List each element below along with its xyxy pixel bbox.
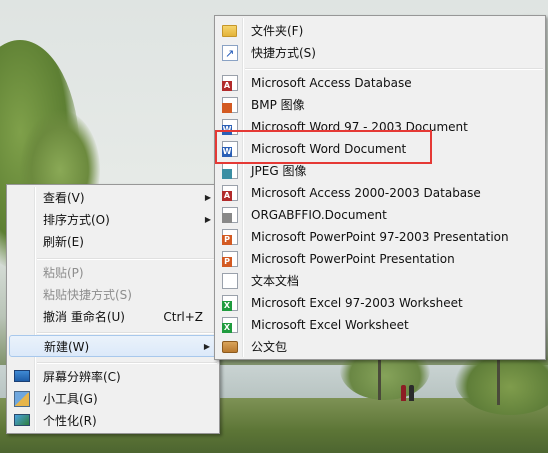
new-item-bmp-image[interactable]: BMP 图像 [217, 94, 543, 116]
menu-separator [37, 362, 217, 364]
wallpaper-person [409, 385, 414, 401]
new-submenu: 文件夹(F) 快捷方式(S) A Microsoft Access Databa… [214, 15, 546, 360]
jpeg-icon [222, 163, 238, 179]
excel-icon: X [222, 317, 238, 333]
menu-item-label: 文件夹(F) [251, 24, 304, 38]
new-item-folder[interactable]: 文件夹(F) [217, 20, 543, 42]
new-item-excel-97-2003[interactable]: X Microsoft Excel 97-2003 Worksheet [217, 292, 543, 314]
submenu-arrow-icon: ▶ [203, 342, 210, 351]
menu-item-gadgets[interactable]: 小工具(G) [9, 388, 217, 410]
wallpaper-trunk [378, 360, 381, 400]
submenu-arrow-icon: ▶ [204, 193, 211, 202]
menu-item-label: BMP 图像 [251, 98, 305, 112]
excel-icon: X [222, 295, 238, 311]
menu-item-label: Microsoft PowerPoint 97-2003 Presentatio… [251, 230, 509, 244]
menu-item-label: 小工具(G) [43, 392, 98, 406]
annotation-highlight-box [215, 130, 432, 164]
menu-item-label: Microsoft Access Database [251, 76, 412, 90]
menu-item-label: 快捷方式(S) [251, 46, 316, 60]
new-item-excel-worksheet[interactable]: X Microsoft Excel Worksheet [217, 314, 543, 336]
new-item-orgabffio-document[interactable]: ORGABFFIO.Document [217, 204, 543, 226]
briefcase-icon [222, 341, 238, 353]
menu-item-label: 粘贴快捷方式(S) [43, 288, 132, 302]
menu-item-label: 排序方式(O) [43, 213, 110, 227]
submenu-arrow-icon: ▶ [204, 215, 211, 224]
new-item-access-2000-2003[interactable]: A Microsoft Access 2000-2003 Database [217, 182, 543, 204]
menu-item-label: 个性化(R) [43, 414, 97, 428]
menu-item-label: 刷新(E) [43, 235, 84, 249]
menu-item-personalize[interactable]: 个性化(R) [9, 410, 217, 432]
menu-separator [245, 68, 543, 70]
menu-item-label: 屏幕分辨率(C) [43, 370, 121, 384]
powerpoint-icon: P [222, 229, 238, 245]
desktop-context-menu: 查看(V) ▶ 排序方式(O) ▶ 刷新(E) 粘贴(P) 粘贴快捷方式(S) … [6, 184, 220, 434]
menu-item-label: ORGABFFIO.Document [251, 208, 387, 222]
access-icon: A [222, 185, 238, 201]
menu-item-paste-shortcut[interactable]: 粘贴快捷方式(S) [9, 284, 217, 306]
menu-item-label: Microsoft PowerPoint Presentation [251, 252, 455, 266]
menu-item-label: 撤消 重命名(U) [43, 310, 125, 324]
new-item-access-database[interactable]: A Microsoft Access Database [217, 72, 543, 94]
menu-item-refresh[interactable]: 刷新(E) [9, 231, 217, 253]
access-icon: A [222, 75, 238, 91]
new-item-text-document[interactable]: 文本文档 [217, 270, 543, 292]
new-item-powerpoint-97-2003[interactable]: P Microsoft PowerPoint 97-2003 Presentat… [217, 226, 543, 248]
wallpaper-trunk [497, 355, 500, 405]
personalize-icon [14, 414, 30, 426]
new-item-shortcut[interactable]: 快捷方式(S) [217, 42, 543, 65]
menu-item-label: Microsoft Excel Worksheet [251, 318, 409, 332]
new-item-briefcase[interactable]: 公文包 [217, 336, 543, 358]
menu-item-label: Microsoft Excel 97-2003 Worksheet [251, 296, 463, 310]
folder-icon [222, 25, 237, 37]
menu-item-label: 文本文档 [251, 274, 300, 288]
menu-item-screen-resolution[interactable]: 屏幕分辨率(C) [9, 366, 217, 388]
document-icon [222, 207, 238, 223]
menu-item-label: 新建(W) [44, 340, 90, 354]
menu-item-new[interactable]: 新建(W) ▶ [9, 335, 217, 357]
menu-item-view[interactable]: 查看(V) ▶ [9, 187, 217, 209]
menu-item-label: 查看(V) [43, 191, 85, 205]
menu-item-label: 粘贴(P) [43, 266, 84, 280]
menu-item-sort-by[interactable]: 排序方式(O) ▶ [9, 209, 217, 231]
powerpoint-icon: P [222, 251, 238, 267]
wallpaper-person [401, 385, 406, 401]
menu-item-label: Microsoft Access 2000-2003 Database [251, 186, 481, 200]
shortcut-icon [222, 43, 238, 65]
menu-item-label: 公文包 [251, 340, 288, 354]
gadgets-icon [14, 391, 30, 407]
menu-item-undo-rename[interactable]: 撤消 重命名(U) Ctrl+Z [9, 306, 217, 328]
menu-item-paste[interactable]: 粘贴(P) [9, 262, 217, 284]
new-item-powerpoint-presentation[interactable]: P Microsoft PowerPoint Presentation [217, 248, 543, 270]
menu-separator [37, 258, 217, 260]
bmp-icon [222, 97, 238, 113]
text-document-icon [222, 273, 238, 289]
menu-item-shortcut: Ctrl+Z [163, 310, 203, 324]
monitor-icon [14, 370, 30, 382]
menu-separator [37, 332, 217, 334]
